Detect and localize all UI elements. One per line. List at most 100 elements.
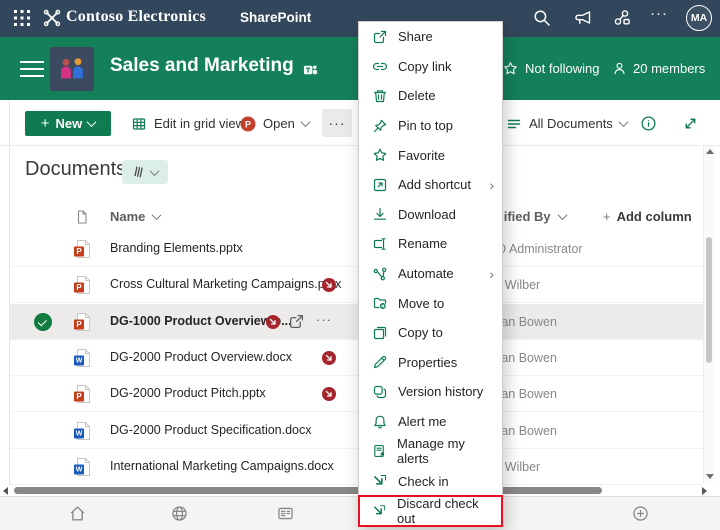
add-circle-icon[interactable] [631,504,650,523]
pptx-file-icon: P [72,384,92,404]
svg-text:P: P [76,320,82,329]
search-icon[interactable] [532,8,552,28]
svg-text:W: W [76,431,83,438]
follow-button[interactable]: Not following [503,61,599,76]
brand-name: Contoso Electronics [66,8,206,25]
toolbar-more-button[interactable]: ··· [322,109,352,137]
link-icon [372,63,388,71]
menu-item-pin-to-top[interactable]: Pin to top [359,111,502,141]
powerpoint-app-icon: P [240,116,256,131]
table-row[interactable]: P DG-2000 Product Pitch.pptx Megan Bowen [10,376,703,412]
star-icon [373,148,387,162]
menu-item-share[interactable]: Share [359,22,502,52]
table-row[interactable]: W DG-2000 Product Specification.docx Meg… [10,413,703,449]
chevron-down-icon [86,117,97,128]
menu-item-copy-to[interactable]: Copy to [359,318,502,348]
move-to-icon [373,298,387,310]
file-name[interactable]: International Marketing Campaigns.docx [110,459,334,473]
submenu-chevron-icon: › [489,176,494,193]
check-in-icon [374,475,386,485]
scroll-left-arrow[interactable] [3,487,8,495]
person-icon [614,62,625,75]
news-icon[interactable] [276,504,295,523]
file-name[interactable]: DG-2000 Product Pitch.pptx [110,386,266,400]
column-header-name[interactable]: Name [110,209,162,224]
file-type-column-icon[interactable] [74,209,90,225]
checked-out-badge-icon [322,387,336,401]
file-name[interactable]: DG-1000 Product Overview.p... [110,314,292,328]
expand-icon[interactable] [682,115,699,132]
shelf-icon [134,166,143,178]
suite-more-icon[interactable]: ··· [650,5,668,22]
share-icon [373,30,387,43]
menu-item-copy-link[interactable]: Copy link [359,52,502,82]
version-history-icon [373,385,387,399]
star-icon [504,62,517,75]
menu-item-alert-me[interactable]: Alert me [359,407,502,437]
checked-out-badge-icon [322,278,336,292]
view-selector-label: All Documents [529,116,613,131]
menu-item-rename[interactable]: Rename [359,229,502,259]
chevron-down-icon [557,210,568,221]
menu-item-properties[interactable]: Properties [359,348,502,378]
row-more-actions-button[interactable]: ··· [316,312,332,327]
megaphone-icon[interactable] [573,8,593,28]
vertical-scrollbar-thumb[interactable] [706,237,712,363]
home-icon[interactable] [68,504,87,523]
vertical-scrollbar[interactable] [703,146,714,484]
horizontal-scrollbar-thumb[interactable] [14,487,602,494]
docx-file-icon: W [72,348,92,368]
new-button[interactable]: + New [25,111,111,136]
menu-item-delete[interactable]: Delete [359,81,502,111]
members-button[interactable]: 20 members [612,61,705,76]
table-row[interactable]: P Branding Elements.pptx MOD Administrat… [10,231,703,267]
menu-item-add-shortcut[interactable]: Add shortcut › [359,170,502,200]
trash-icon [373,90,387,103]
edit-grid-view-button[interactable]: Edit in grid view [131,111,245,136]
share-icon[interactable] [288,313,305,330]
menu-item-download[interactable]: Download [359,200,502,230]
pptx-file-icon: P [72,275,92,295]
download-icon [373,208,387,221]
info-icon[interactable] [640,115,657,132]
app-launcher-icon[interactable] [12,8,32,28]
open-button[interactable]: P Open [240,111,311,136]
discard-check-out-icon [374,505,386,515]
menu-item-version-history[interactable]: Version history [359,377,502,407]
site-title[interactable]: Sales and Marketing [110,55,294,77]
pptx-file-icon: P [72,239,92,259]
menu-item-manage-my-alerts[interactable]: Manage my alerts [359,436,502,466]
table-header: Name Modified By + Add column [10,202,703,232]
view-selector[interactable]: All Documents [506,111,629,136]
scroll-right-arrow[interactable] [702,487,707,495]
file-name[interactable]: Cross Cultural Marketing Campaigns.pptx [110,277,341,291]
file-name[interactable]: DG-2000 Product Overview.docx [110,350,292,364]
globe-icon[interactable] [170,504,189,523]
hamburger-menu-icon[interactable] [20,61,44,82]
menu-item-automate[interactable]: Automate › [359,259,502,289]
file-name[interactable]: Branding Elements.pptx [110,241,243,255]
table-row[interactable]: W International Marketing Campaigns.docx… [10,449,703,485]
menu-item-move-to[interactable]: Move to [359,288,502,318]
menu-item-favorite[interactable]: Favorite [359,140,502,170]
table-row[interactable]: W DG-2000 Product Overview.docx Megan Bo… [10,340,703,376]
checked-out-badge-icon [322,351,336,365]
menu-item-check-in[interactable]: Check in [359,466,502,496]
svg-text:W: W [76,467,83,474]
view-switcher-pill[interactable] [122,160,168,184]
scroll-down-arrow[interactable] [706,474,714,479]
add-column-button[interactable]: + Add column [603,209,692,224]
product-name[interactable]: SharePoint [240,10,311,25]
site-logo[interactable] [50,47,94,91]
table-row[interactable]: P Cross Cultural Marketing Campaigns.ppt… [10,267,703,303]
scroll-up-arrow[interactable] [706,149,714,154]
menu-item-discard-check-out[interactable]: Discard check out [358,495,503,527]
edit-grid-view-label: Edit in grid view [154,116,246,131]
avatar[interactable]: MA [686,5,712,31]
file-name[interactable]: DG-2000 Product Specification.docx [110,423,312,437]
org-chart-icon[interactable] [612,8,632,28]
horizontal-scrollbar[interactable] [0,485,712,496]
bell-icon [374,415,386,429]
selected-check-icon[interactable] [34,313,52,331]
table-row-selected[interactable]: P DG-1000 Product Overview.p... ··· Mega… [10,304,703,340]
